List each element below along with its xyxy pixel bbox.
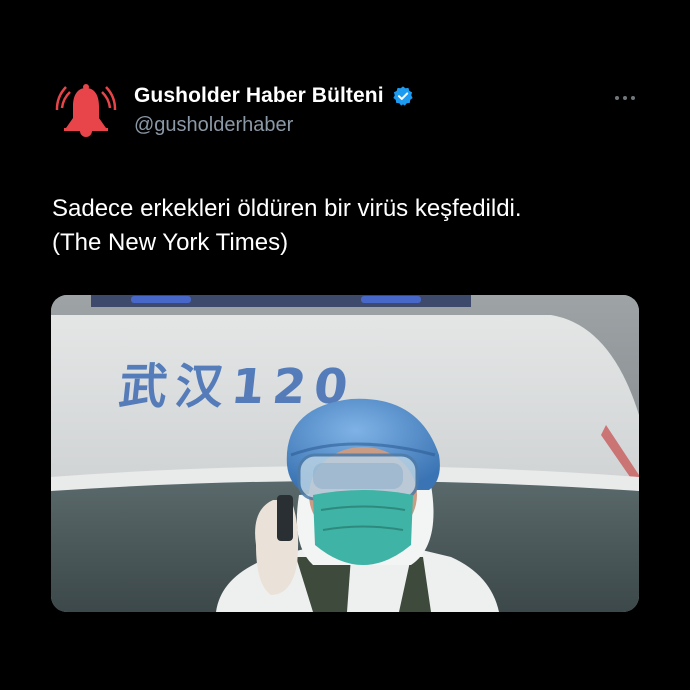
tweet-card: Gusholder Haber Bülteni @gusholderhaber …: [0, 0, 690, 690]
tweet-text-line: Sadece erkekleri öldüren bir virüs keşfe…: [52, 195, 522, 222]
bell-icon: [51, 79, 121, 149]
display-name[interactable]: Gusholder Haber Bülteni: [134, 84, 384, 108]
tweet-text-line: (The New York Times): [52, 229, 289, 256]
tweet-media-photo[interactable]: 武汉120: [51, 295, 639, 612]
author-name-row: Gusholder Haber Bülteni: [134, 84, 414, 108]
verified-badge-icon: [393, 86, 413, 106]
author-handle[interactable]: @gusholderhaber: [134, 114, 414, 137]
tweet-text: Sadece erkekleri öldüren bir virüs keşfe…: [52, 192, 652, 260]
author-block: Gusholder Haber Bülteni @gusholderhaber: [134, 84, 414, 137]
photo-medical-worker: 武汉120: [51, 295, 639, 612]
more-options-button[interactable]: [610, 88, 640, 108]
more-horizontal-icon: [615, 96, 635, 100]
avatar[interactable]: [50, 78, 122, 150]
